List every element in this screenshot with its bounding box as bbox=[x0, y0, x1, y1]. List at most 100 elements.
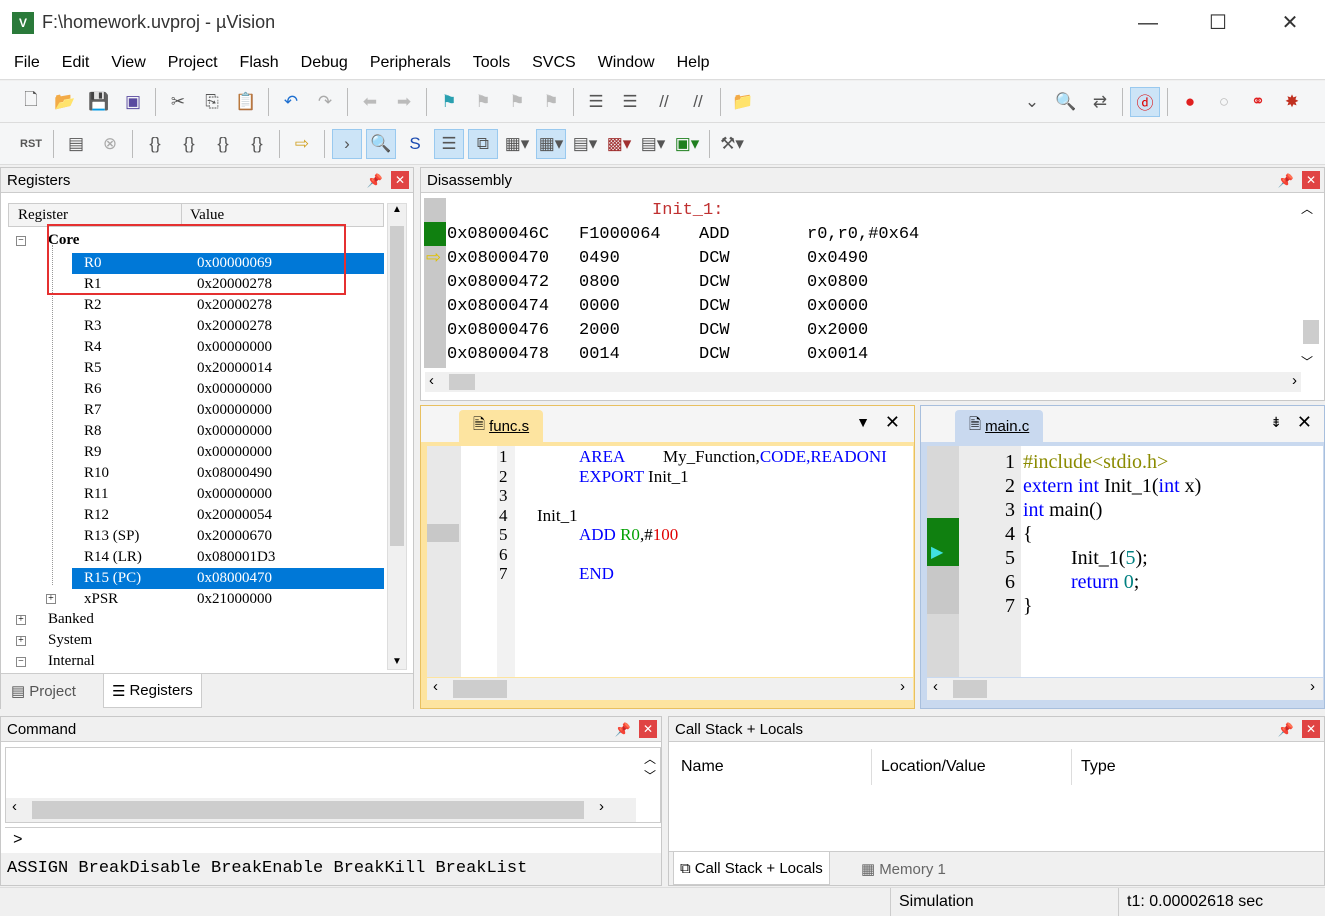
breakpoint-icon[interactable]: ● bbox=[1175, 87, 1205, 117]
disable-breakpoint-icon[interactable]: ○ bbox=[1209, 87, 1239, 117]
uncomment-icon[interactable]: // bbox=[683, 87, 713, 117]
register-value[interactable]: 0x20000278 bbox=[197, 295, 272, 316]
reset-icon[interactable]: RST bbox=[16, 129, 46, 159]
command-input[interactable]: > bbox=[5, 827, 661, 851]
tab-registers[interactable]: ☰ Registers bbox=[103, 674, 202, 708]
run-icon[interactable]: ▤ bbox=[61, 129, 91, 159]
serial-window-icon[interactable]: ▤▾ bbox=[570, 129, 600, 159]
indent-icon[interactable]: ☰ bbox=[581, 87, 611, 117]
register-value[interactable]: 0x08000490 bbox=[197, 463, 272, 484]
register-value[interactable]: 0x08000470 bbox=[197, 568, 272, 589]
incremental-find-icon[interactable]: ⇄ bbox=[1085, 87, 1115, 117]
register-value[interactable]: 0x20000014 bbox=[197, 358, 272, 379]
close-icon[interactable]: ✕ bbox=[391, 171, 409, 189]
menu-svcs[interactable]: SVCS bbox=[521, 46, 587, 80]
command-window-icon[interactable]: › bbox=[332, 128, 362, 159]
expand-icon[interactable]: + bbox=[16, 615, 26, 625]
trace-window-icon[interactable]: ▤▾ bbox=[638, 129, 668, 159]
memory-window-icon[interactable]: ▦▾ bbox=[536, 128, 566, 159]
undo-icon[interactable]: ↶ bbox=[276, 87, 306, 117]
menu-window[interactable]: Window bbox=[587, 46, 666, 80]
register-value[interactable]: 0x20000278 bbox=[197, 316, 272, 337]
collapse-icon[interactable]: − bbox=[16, 657, 26, 667]
column-name[interactable]: Name bbox=[681, 749, 724, 785]
clear-bookmarks-icon[interactable]: ⚑ bbox=[536, 87, 566, 117]
close-tab-icon[interactable]: ✕ bbox=[1297, 412, 1312, 433]
tab-project[interactable]: ▤ Project bbox=[11, 682, 76, 701]
nav-back-icon[interactable]: ⬅ bbox=[355, 87, 385, 117]
register-row[interactable]: R8 0x00000000 bbox=[8, 421, 384, 442]
close-icon[interactable]: ✕ bbox=[1302, 171, 1320, 189]
bookmark-icon[interactable]: ⚑ bbox=[434, 87, 464, 117]
symbols-window-icon[interactable]: S bbox=[400, 129, 430, 159]
save-icon[interactable]: 💾 bbox=[84, 87, 114, 117]
close-icon[interactable]: ✕ bbox=[639, 720, 657, 738]
register-row[interactable]: R3 0x20000278 bbox=[8, 316, 384, 337]
stop-icon[interactable]: ⊗ bbox=[95, 129, 125, 159]
run-to-cursor-icon[interactable]: {} bbox=[242, 129, 272, 159]
tab-callstack[interactable]: ⧉ Call Stack + Locals bbox=[673, 852, 830, 885]
pin-icon[interactable]: 📌 bbox=[615, 717, 631, 742]
register-value[interactable]: 0x00000000 bbox=[197, 421, 272, 442]
debug-session-icon[interactable]: ⓓ bbox=[1130, 86, 1160, 117]
register-row[interactable]: R10 0x08000490 bbox=[8, 463, 384, 484]
menu-flash[interactable]: Flash bbox=[229, 46, 290, 80]
register-row[interactable]: R7 0x00000000 bbox=[8, 400, 384, 421]
register-row[interactable]: R2 0x20000278 bbox=[8, 295, 384, 316]
command-vscroll[interactable]: ︿ ﹀ bbox=[644, 750, 656, 784]
register-row[interactable]: R5 0x20000014 bbox=[8, 358, 384, 379]
command-hscroll[interactable]: ‹ › bbox=[6, 798, 636, 822]
analysis-window-icon[interactable]: ▩▾ bbox=[604, 129, 634, 159]
prev-bookmark-icon[interactable]: ⚑ bbox=[468, 87, 498, 117]
register-value[interactable]: 0x00000000 bbox=[197, 442, 272, 463]
step-out-icon[interactable]: {} bbox=[208, 129, 238, 159]
menu-view[interactable]: View bbox=[100, 46, 156, 80]
system-viewer-icon[interactable]: ▣▾ bbox=[672, 129, 702, 159]
comment-icon[interactable]: // bbox=[649, 87, 679, 117]
group-system[interactable]: System bbox=[48, 632, 92, 649]
disable-all-breakpoints-icon[interactable]: ⚭ bbox=[1243, 87, 1273, 117]
menu-file[interactable]: File bbox=[0, 46, 51, 80]
kill-breakpoints-icon[interactable]: ✸ bbox=[1277, 87, 1307, 117]
call-stack-window-icon[interactable]: ⧉ bbox=[468, 128, 498, 159]
pin-icon[interactable]: 📌 bbox=[1278, 168, 1294, 193]
register-value[interactable]: 0x00000000 bbox=[197, 379, 272, 400]
close-tab-icon[interactable]: ✕ bbox=[885, 412, 900, 433]
watch-window-icon[interactable]: ▦▾ bbox=[502, 129, 532, 159]
menu-tools[interactable]: Tools bbox=[462, 46, 521, 80]
register-value[interactable]: 0x20000670 bbox=[197, 526, 272, 547]
close-button[interactable]: ✕ bbox=[1270, 8, 1310, 38]
collapse-icon[interactable]: − bbox=[16, 236, 26, 246]
column-location[interactable]: Location/Value bbox=[871, 749, 986, 785]
open-folder-icon[interactable]: 📂 bbox=[50, 87, 80, 117]
group-banked[interactable]: Banked bbox=[48, 611, 94, 628]
register-row[interactable]: R14 (LR) 0x080001D3 bbox=[8, 547, 384, 568]
close-icon[interactable]: ✕ bbox=[1302, 720, 1320, 738]
step-into-icon[interactable]: {} bbox=[140, 129, 170, 159]
maximize-button[interactable]: ☐ bbox=[1198, 8, 1238, 38]
register-value[interactable]: 0x00000000 bbox=[197, 484, 272, 505]
unindent-icon[interactable]: ☰ bbox=[615, 87, 645, 117]
register-value[interactable]: 0x20000054 bbox=[197, 505, 272, 526]
register-value[interactable]: 0x080001D3 bbox=[197, 547, 275, 568]
register-value[interactable]: 0x00000000 bbox=[197, 337, 272, 358]
disassembly-window-icon[interactable]: 🔍 bbox=[366, 128, 396, 159]
register-row[interactable]: R11 0x00000000 bbox=[8, 484, 384, 505]
pin-icon[interactable]: 📌 bbox=[1278, 717, 1294, 742]
register-row[interactable]: R4 0x00000000 bbox=[8, 337, 384, 358]
menu-project[interactable]: Project bbox=[157, 46, 229, 80]
save-all-icon[interactable]: ▣ bbox=[118, 87, 148, 117]
dropdown-icon[interactable]: ▼ bbox=[856, 414, 870, 430]
step-over-icon[interactable]: {} bbox=[174, 129, 204, 159]
register-row[interactable]: R12 0x20000054 bbox=[8, 505, 384, 526]
nav-forward-icon[interactable]: ➡ bbox=[389, 87, 419, 117]
main-c-code[interactable]: ▶ 1234567 #include<stdio.h> extern int I… bbox=[927, 446, 1323, 677]
registers-window-icon[interactable]: ☰ bbox=[434, 128, 464, 159]
register-value[interactable]: 0x00000000 bbox=[197, 400, 272, 421]
next-bookmark-icon[interactable]: ⚑ bbox=[502, 87, 532, 117]
registers-scrollbar[interactable]: ▲ ▼ bbox=[387, 203, 407, 670]
find-in-files-icon[interactable]: 📁 bbox=[728, 87, 758, 117]
column-type[interactable]: Type bbox=[1071, 749, 1116, 785]
expand-icon[interactable]: + bbox=[16, 636, 26, 646]
register-row[interactable]: R13 (SP) 0x20000670 bbox=[8, 526, 384, 547]
